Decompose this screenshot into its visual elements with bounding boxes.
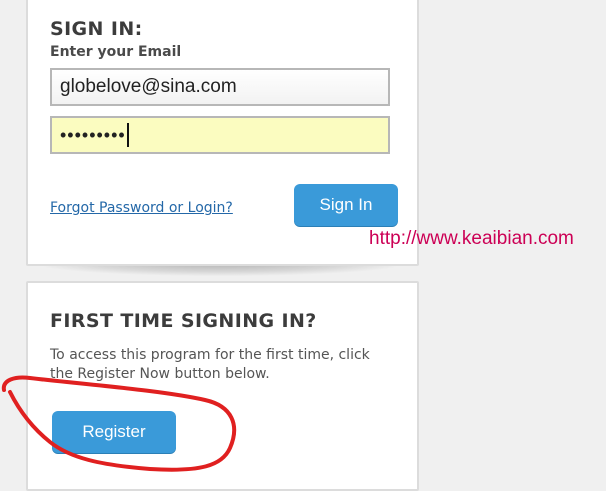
watermark-text: http://www.keaibian.com bbox=[369, 228, 574, 249]
signin-card: SIGN IN: Enter your Email globelove@sina… bbox=[26, 0, 419, 266]
password-value: ••••••••• bbox=[60, 124, 126, 145]
email-value: globelove@sina.com bbox=[60, 76, 237, 97]
email-field[interactable]: globelove@sina.com bbox=[50, 68, 390, 106]
email-label: Enter your Email bbox=[50, 44, 182, 60]
text-caret bbox=[126, 123, 129, 147]
sign-in-button[interactable]: Sign In bbox=[294, 184, 398, 226]
password-field[interactable]: ••••••••• bbox=[50, 116, 390, 154]
forgot-password-link[interactable]: Forgot Password or Login? bbox=[50, 200, 233, 216]
first-time-heading: FIRST TIME SIGNING IN? bbox=[50, 310, 317, 332]
signin-heading: SIGN IN: bbox=[50, 18, 143, 40]
red-annotation-circle bbox=[1, 375, 236, 472]
